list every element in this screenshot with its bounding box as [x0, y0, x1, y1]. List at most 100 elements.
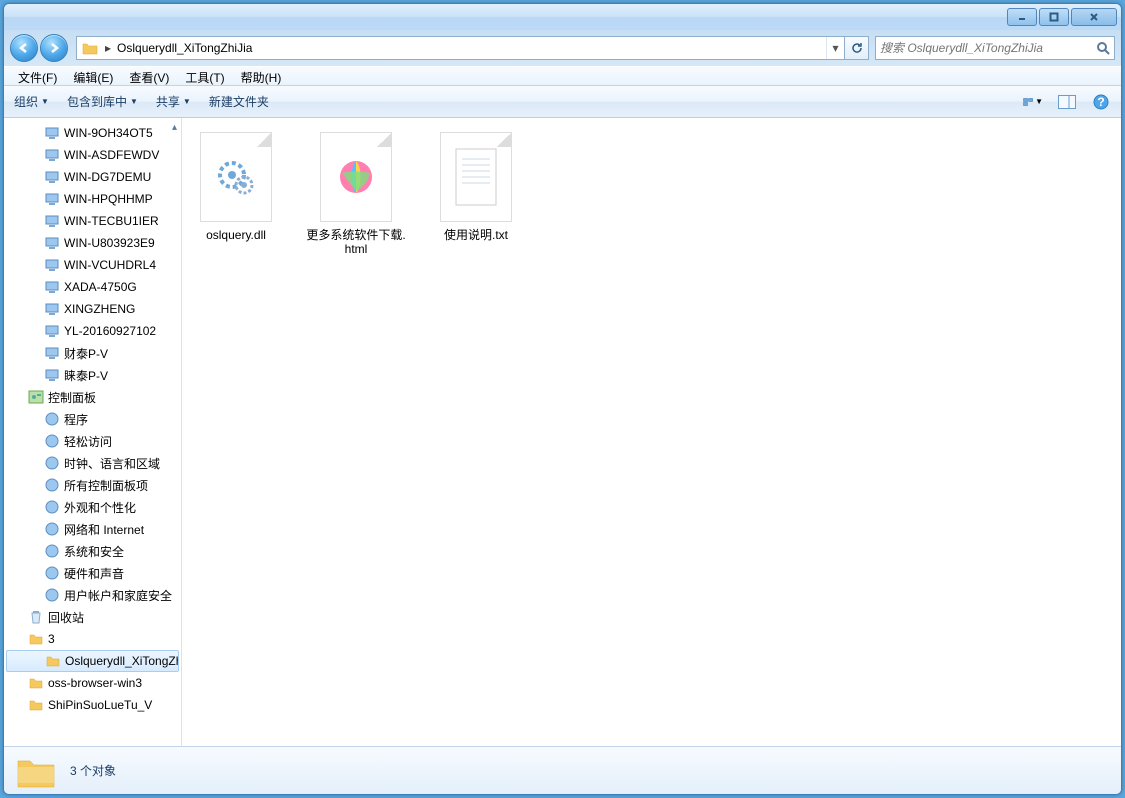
sidebar-item[interactable]: 控制面板: [4, 386, 181, 408]
sidebar-item-label: WIN-ASDFEWDV: [64, 148, 159, 162]
sidebar-item[interactable]: WIN-9OH34OT5: [4, 122, 181, 144]
folder-icon: [28, 631, 44, 647]
sidebar-item-label: 外观和个性化: [64, 499, 136, 516]
sidebar-item-label: WIN-VCUHDRL4: [64, 258, 156, 272]
toolbar-include-library[interactable]: 包含到库中▼: [67, 93, 138, 110]
view-mode-button[interactable]: ▼: [1023, 92, 1043, 112]
toolbar-share[interactable]: 共享▼: [156, 93, 191, 110]
menu-help[interactable]: 帮助(H): [233, 67, 290, 85]
navigation-pane[interactable]: ▴ WIN-9OH34OT5 WIN-ASDFEWDV WIN-DG7DEMU WIN…: [4, 118, 182, 746]
sidebar-item[interactable]: 系统和安全: [4, 540, 181, 562]
maximize-button[interactable]: [1039, 8, 1069, 26]
computer-icon: [44, 147, 60, 163]
sidebar-item[interactable]: 轻松访问: [4, 430, 181, 452]
file-name-label: 更多系统软件下载.html: [306, 228, 406, 256]
sidebar-item[interactable]: XADA-4750G: [4, 276, 181, 298]
sidebar-item[interactable]: oss-browser-win3: [4, 672, 181, 694]
content-area: ▴ WIN-9OH34OT5 WIN-ASDFEWDV WIN-DG7DEMU WIN…: [4, 118, 1121, 746]
sidebar-item-label: 轻松访问: [64, 433, 112, 450]
file-item[interactable]: 使用说明.txt: [426, 132, 526, 256]
address-bar[interactable]: ▸ Oslquerydll_XiTongZhiJia ▾: [76, 36, 869, 60]
sidebar-item[interactable]: 外观和个性化: [4, 496, 181, 518]
file-item[interactable]: oslquery.dll: [186, 132, 286, 256]
sidebar-item-label: 用户帐户和家庭安全: [64, 587, 172, 604]
item-icon: [44, 543, 60, 559]
menu-edit[interactable]: 编辑(E): [65, 67, 121, 85]
menu-tools[interactable]: 工具(T): [177, 67, 232, 85]
details-pane: 3 个对象: [4, 746, 1121, 794]
file-thumbnail: [440, 132, 512, 222]
nav-forward-button[interactable]: [40, 34, 68, 62]
sidebar-item-label: WIN-TECBU1IER: [64, 214, 159, 228]
menu-view[interactable]: 查看(V): [121, 67, 177, 85]
sidebar-item-label: XADA-4750G: [64, 280, 137, 294]
sidebar-item-label: 程序: [64, 411, 88, 428]
scroll-up-indicator[interactable]: ▴: [172, 122, 177, 133]
minimize-button[interactable]: [1007, 8, 1037, 26]
sidebar-item-label: WIN-9OH34OT5: [64, 126, 153, 140]
control-panel-icon: [28, 389, 44, 405]
sidebar-item[interactable]: 3: [4, 628, 181, 650]
item-icon: [44, 521, 60, 537]
search-input[interactable]: [880, 41, 1096, 55]
sidebar-item[interactable]: WIN-HPQHHMP: [4, 188, 181, 210]
sidebar-item[interactable]: WIN-U803923E9: [4, 232, 181, 254]
sidebar-item-label: WIN-U803923E9: [64, 236, 155, 250]
sidebar-item[interactable]: ShiPinSuoLueTu_V: [4, 694, 181, 716]
menu-file[interactable]: 文件(F): [10, 67, 65, 85]
sidebar-item[interactable]: WIN-ASDFEWDV: [4, 144, 181, 166]
toolbar-new-folder[interactable]: 新建文件夹: [209, 93, 269, 110]
sidebar-item-label: YL-20160927102: [64, 324, 156, 338]
computer-icon: [44, 235, 60, 251]
sidebar-item[interactable]: XINGZHENG: [4, 298, 181, 320]
navbar: ▸ Oslquerydll_XiTongZhiJia ▾: [4, 30, 1121, 66]
computer-icon: [44, 125, 60, 141]
nav-back-button[interactable]: [10, 34, 38, 62]
item-icon: [44, 587, 60, 603]
sidebar-item[interactable]: WIN-VCUHDRL4: [4, 254, 181, 276]
sidebar-item[interactable]: 所有控制面板项: [4, 474, 181, 496]
computer-icon: [44, 279, 60, 295]
sidebar-item[interactable]: 时钟、语言和区域: [4, 452, 181, 474]
sidebar-item-label: oss-browser-win3: [48, 676, 142, 690]
file-thumbnail: [200, 132, 272, 222]
item-icon: [44, 455, 60, 471]
address-dropdown-button[interactable]: ▾: [826, 37, 844, 59]
folder-icon: [45, 653, 61, 669]
sidebar-item-label: 财泰P-V: [64, 345, 108, 362]
sidebar-item[interactable]: 财泰P-V: [4, 342, 181, 364]
search-box[interactable]: [875, 36, 1115, 60]
sidebar-item[interactable]: 网络和 Internet: [4, 518, 181, 540]
computer-icon: [44, 367, 60, 383]
computer-icon: [44, 323, 60, 339]
computer-icon: [44, 169, 60, 185]
sidebar-item-label: 3: [48, 632, 55, 646]
sidebar-item[interactable]: 硬件和声音: [4, 562, 181, 584]
sidebar-item[interactable]: WIN-DG7DEMU: [4, 166, 181, 188]
close-button[interactable]: [1071, 8, 1117, 26]
sidebar-item-label: 时钟、语言和区域: [64, 455, 160, 472]
sidebar-item[interactable]: WIN-TECBU1IER: [4, 210, 181, 232]
computer-icon: [44, 301, 60, 317]
sidebar-item[interactable]: 程序: [4, 408, 181, 430]
toolbar-organize[interactable]: 组织▼: [14, 93, 49, 110]
help-button[interactable]: ?: [1091, 92, 1111, 112]
sidebar-item[interactable]: YL-20160927102: [4, 320, 181, 342]
sidebar-item[interactable]: Oslquerydll_XiTongZhiJia: [6, 650, 179, 672]
toolbar: 组织▼ 包含到库中▼ 共享▼ 新建文件夹 ▼ ?: [4, 86, 1121, 118]
sidebar-item[interactable]: 回收站: [4, 606, 181, 628]
chevron-right-icon[interactable]: ▸: [103, 41, 113, 55]
sidebar-item[interactable]: 用户帐户和家庭安全: [4, 584, 181, 606]
file-item[interactable]: 更多系统软件下载.html: [306, 132, 406, 256]
sidebar-item[interactable]: 睐泰P-V: [4, 364, 181, 386]
status-text: 3 个对象: [70, 762, 116, 779]
breadcrumb-segment[interactable]: Oslquerydll_XiTongZhiJia: [113, 37, 256, 59]
preview-pane-button[interactable]: [1057, 92, 1077, 112]
sidebar-item-label: WIN-HPQHHMP: [64, 192, 153, 206]
file-list-view[interactable]: oslquery.dll 更多系统软件下载.html 使用说明.txt: [182, 118, 1121, 746]
refresh-button[interactable]: [844, 37, 868, 59]
sidebar-item-label: 所有控制面板项: [64, 477, 148, 494]
sidebar-item-label: 回收站: [48, 609, 84, 626]
computer-icon: [44, 257, 60, 273]
menubar: 文件(F) 编辑(E) 查看(V) 工具(T) 帮助(H): [4, 66, 1121, 86]
